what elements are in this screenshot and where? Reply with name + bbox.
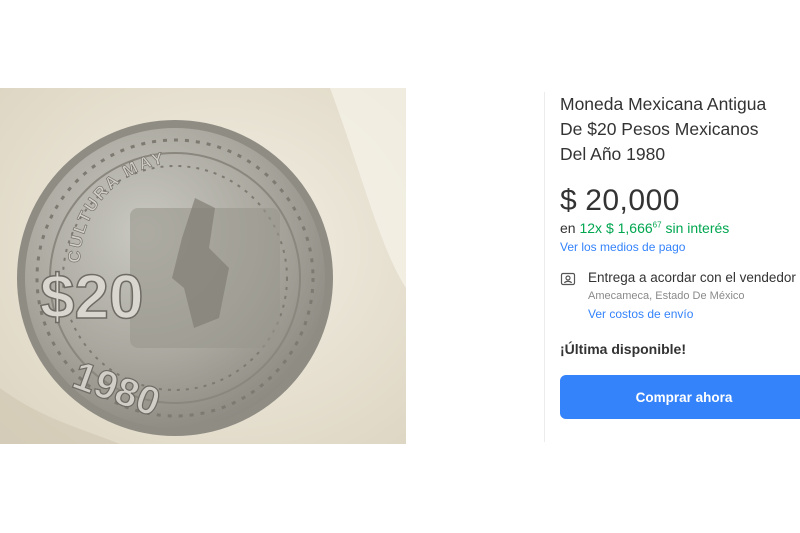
shipping-title: Entrega a acordar con el vendedor bbox=[588, 270, 796, 285]
column-divider bbox=[544, 92, 545, 442]
installments-value: 12x $ 1,66667 sin interés bbox=[579, 220, 730, 236]
shipping-costs-link[interactable]: Ver costos de envío bbox=[588, 307, 693, 321]
product-info-panel: Moneda Mexicana Antigua De $20 Pesos Mex… bbox=[560, 92, 800, 419]
product-image[interactable]: $20 1980 CULTURA MAYA bbox=[0, 88, 406, 444]
coin-denomination: $20 bbox=[40, 263, 143, 332]
price-currency: $ bbox=[560, 184, 578, 217]
stock-status: ¡Última disponible! bbox=[560, 341, 686, 357]
installments-info: en 12x $ 1,66667 sin interés bbox=[560, 220, 730, 236]
product-price: $20,000 bbox=[560, 184, 800, 218]
buy-now-button[interactable]: Comprar ahora bbox=[560, 375, 800, 419]
price-amount: 20,000 bbox=[585, 184, 680, 217]
shipping-info: Entrega a acordar con el vendedor Amecam… bbox=[560, 270, 800, 323]
address-card-icon bbox=[560, 272, 576, 286]
shipping-location: Amecameca, Estado De México bbox=[588, 290, 745, 302]
payment-methods-link[interactable]: Ver los medios de pago bbox=[560, 240, 685, 254]
product-title: Moneda Mexicana Antigua De $20 Pesos Mex… bbox=[560, 94, 767, 164]
